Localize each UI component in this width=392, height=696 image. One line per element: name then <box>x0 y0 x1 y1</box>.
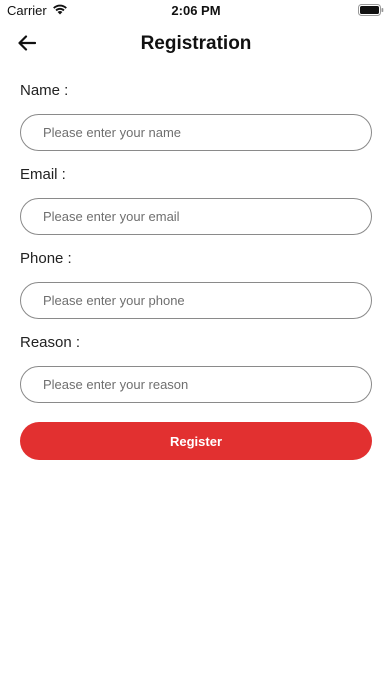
header: Registration <box>0 26 392 64</box>
reason-label: Reason : <box>20 334 81 351</box>
name-label: Name : <box>20 82 69 99</box>
status-bar: Carrier 2:06 PM <box>0 0 392 22</box>
register-button[interactable]: Register <box>20 422 372 460</box>
page-title: Registration <box>140 33 252 54</box>
phone-label: Phone : <box>20 250 72 267</box>
battery-icon <box>358 4 384 19</box>
reason-input[interactable] <box>20 366 372 403</box>
email-input[interactable] <box>20 198 372 235</box>
name-input[interactable] <box>20 114 372 151</box>
phone-input[interactable] <box>20 282 372 319</box>
registration-screen: Carrier 2:06 PM Registration Name: Plea… <box>0 0 392 696</box>
email-label: Email : <box>20 166 66 183</box>
status-time: 2:06 PM <box>171 3 221 18</box>
